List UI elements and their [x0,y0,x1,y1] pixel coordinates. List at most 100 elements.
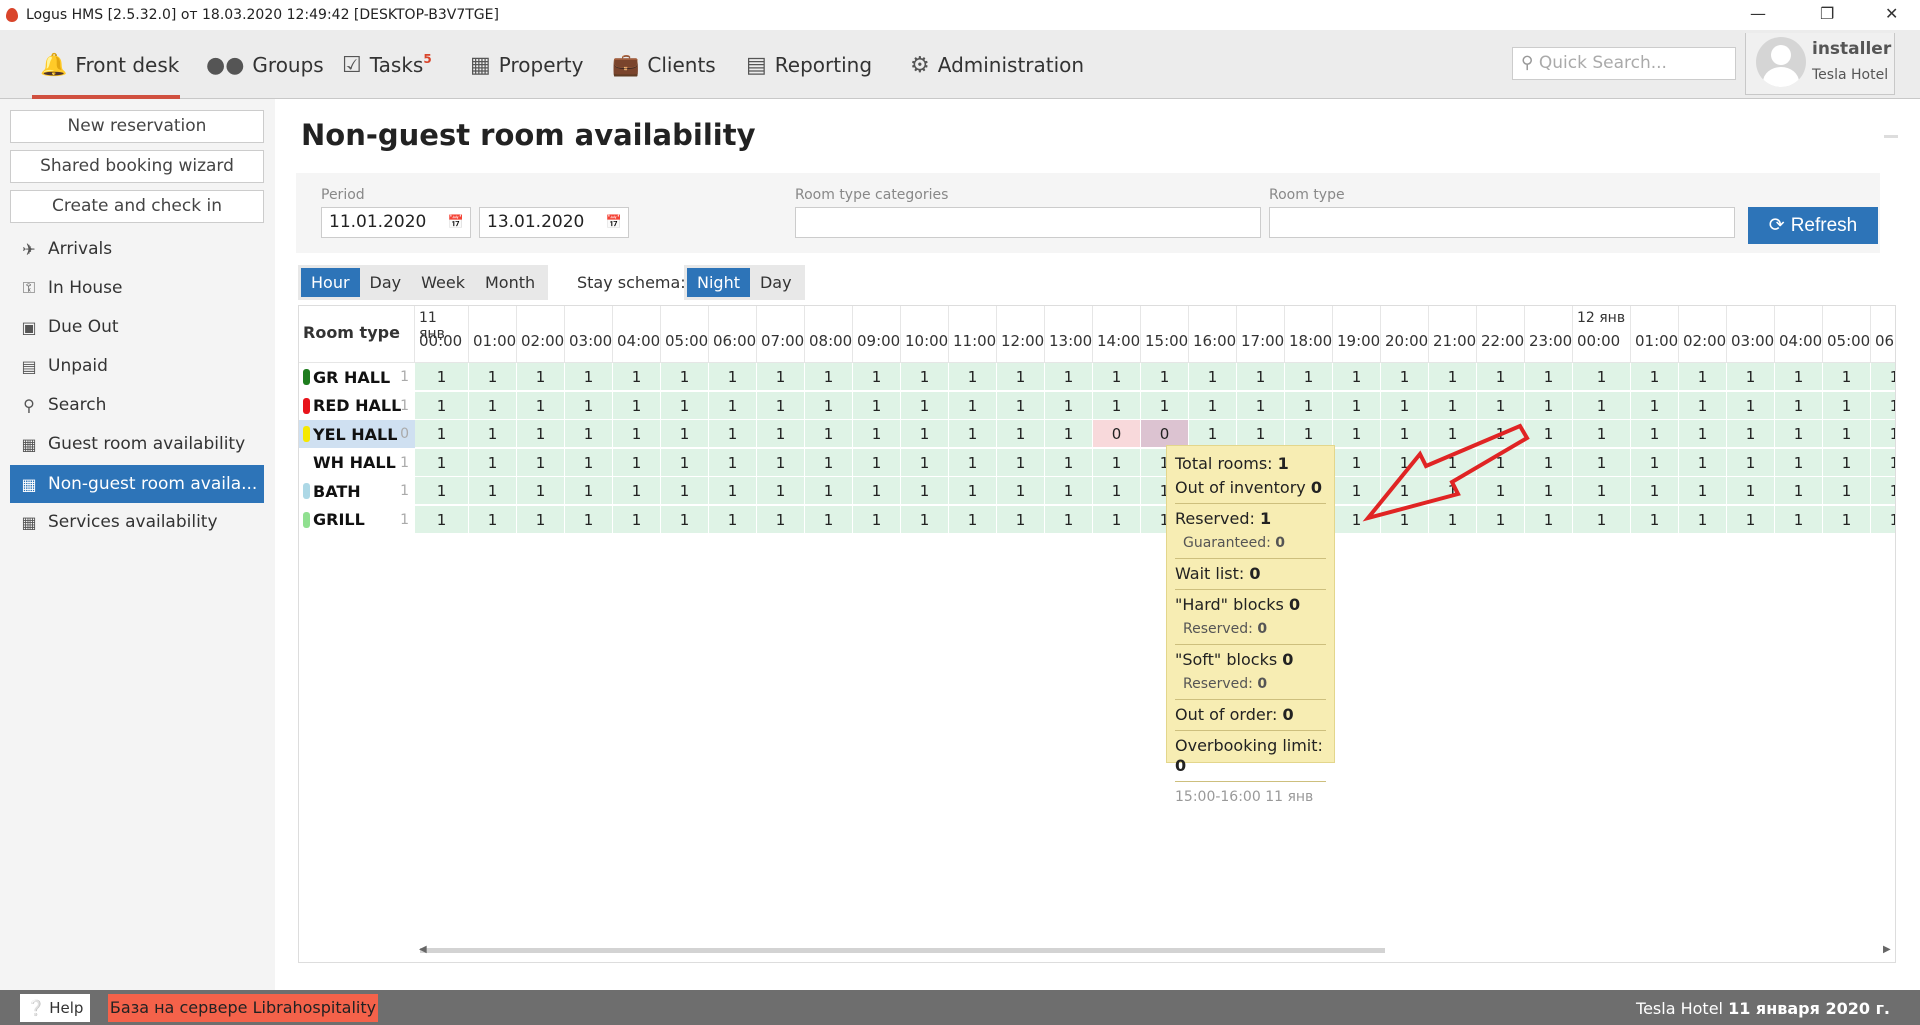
calendar-icon[interactable]: 📅 [606,215,622,230]
availability-cell[interactable]: 1 [1141,391,1189,420]
availability-cell[interactable]: 0 [1093,420,1141,448]
availability-cell[interactable]: 1 [1285,420,1333,448]
availability-cell[interactable]: 1 [415,363,469,391]
create-and-check-in-button[interactable]: Create and check in [10,190,264,223]
availability-cell[interactable]: 1 [1823,363,1871,391]
availability-cell[interactable]: 1 [1237,420,1285,448]
availability-cell[interactable]: 1 [1679,420,1727,448]
availability-cell[interactable]: 1 [1573,477,1631,505]
date-from-input[interactable]: 11.01.2020 📅 [321,207,471,238]
availability-cell[interactable]: 1 [1631,477,1679,505]
availability-cell[interactable]: 1 [565,477,613,505]
availability-cell[interactable]: 1 [517,477,565,505]
availability-cell[interactable]: 1 [853,363,901,391]
availability-cell[interactable]: 1 [853,420,901,448]
availability-cell[interactable]: 1 [997,477,1045,505]
availability-cell[interactable]: 1 [1823,505,1871,534]
availability-cell[interactable]: 1 [1871,477,1895,505]
availability-cell[interactable]: 1 [949,477,997,505]
availability-cell[interactable]: 1 [565,363,613,391]
scale-hour[interactable]: Hour [301,268,360,297]
availability-cell[interactable]: 1 [997,505,1045,534]
availability-cell[interactable]: 1 [1775,477,1823,505]
nav-front-desk[interactable]: 🔔 Front desk [40,50,179,80]
availability-cell[interactable]: 1 [709,363,757,391]
availability-cell[interactable]: 1 [565,448,613,477]
availability-cell[interactable]: 1 [1093,391,1141,420]
sidebar-item-services-availability[interactable]: ▦ Services availability [10,503,264,541]
availability-cell[interactable]: 1 [469,391,517,420]
sidebar-item-unpaid[interactable]: ▤ Unpaid [10,347,264,385]
refresh-button[interactable]: ⟳ Refresh [1748,207,1878,244]
help-button[interactable]: ❔ Help [20,994,90,1022]
availability-cell[interactable]: 1 [1871,363,1895,391]
scroll-left-icon[interactable]: ◀ [419,944,427,955]
availability-cell[interactable]: 1 [1679,363,1727,391]
availability-cell[interactable]: 1 [1727,505,1775,534]
scale-week[interactable]: Week [411,268,475,297]
horizontal-scrollbar[interactable] [420,948,1385,953]
availability-cell[interactable]: 1 [997,363,1045,391]
availability-cell[interactable]: 1 [949,505,997,534]
availability-cell[interactable]: 0 [1141,420,1189,448]
sidebar-item-due-out[interactable]: ▣ Due Out [10,308,264,346]
availability-cell[interactable]: 1 [1093,363,1141,391]
availability-cell[interactable]: 1 [1823,448,1871,477]
availability-cell[interactable]: 1 [565,391,613,420]
availability-cell[interactable]: 1 [565,420,613,448]
availability-cell[interactable]: 1 [1573,391,1631,420]
availability-cell[interactable]: 1 [1093,477,1141,505]
availability-cell[interactable]: 1 [613,505,661,534]
availability-cell[interactable]: 1 [661,391,709,420]
availability-cell[interactable]: 1 [901,420,949,448]
sidebar-item-non-guest-room-availability[interactable]: ▦ Non-guest room availa... [10,465,264,503]
availability-cell[interactable]: 1 [901,363,949,391]
availability-cell[interactable]: 1 [469,477,517,505]
availability-cell[interactable]: 1 [853,391,901,420]
availability-cell[interactable]: 1 [1727,420,1775,448]
availability-cell[interactable]: 1 [757,505,805,534]
availability-cell[interactable]: 1 [805,448,853,477]
availability-cell[interactable]: 1 [709,420,757,448]
availability-cell[interactable]: 1 [1045,505,1093,534]
availability-cell[interactable]: 1 [1045,420,1093,448]
availability-cell[interactable]: 1 [1871,505,1895,534]
availability-cell[interactable]: 1 [415,420,469,448]
sidebar-item-arrivals[interactable]: ✈ Arrivals [10,230,264,268]
room-type-row-label[interactable]: RED HALL 1 [299,392,415,420]
availability-cell[interactable]: 1 [757,363,805,391]
availability-cell[interactable]: 1 [1775,505,1823,534]
availability-cell[interactable]: 1 [1631,391,1679,420]
availability-cell[interactable]: 1 [1189,391,1237,420]
maximize-button[interactable]: ❐ [1820,4,1834,23]
availability-cell[interactable]: 1 [757,420,805,448]
availability-cell[interactable]: 1 [1045,477,1093,505]
date-to-input[interactable]: 13.01.2020 📅 [479,207,629,238]
room-type-input[interactable] [1269,207,1735,238]
stay-night[interactable]: Night [687,268,750,297]
availability-cell[interactable]: 1 [949,420,997,448]
availability-cell[interactable]: 1 [613,448,661,477]
room-type-row-label[interactable]: YEL HALL 0 [299,420,415,448]
availability-cell[interactable]: 1 [613,420,661,448]
availability-cell[interactable]: 1 [1285,391,1333,420]
availability-cell[interactable]: 1 [1871,420,1895,448]
availability-cell[interactable]: 1 [1775,363,1823,391]
availability-cell[interactable]: 1 [1871,391,1895,420]
availability-cell[interactable]: 1 [1679,391,1727,420]
availability-cell[interactable]: 1 [1679,477,1727,505]
stay-day[interactable]: Day [750,268,802,297]
availability-cell[interactable]: 1 [661,448,709,477]
nav-groups[interactable]: ●● Groups [206,50,324,80]
quick-search-input[interactable]: ⚲ Quick Search... [1512,47,1736,80]
availability-cell[interactable]: 1 [949,448,997,477]
availability-cell[interactable]: 1 [517,448,565,477]
availability-cell[interactable]: 1 [1045,391,1093,420]
availability-cell[interactable]: 1 [1237,391,1285,420]
availability-cell[interactable]: 1 [1045,448,1093,477]
availability-cell[interactable]: 1 [613,391,661,420]
availability-cell[interactable]: 1 [853,505,901,534]
minimize-button[interactable]: — [1750,4,1766,23]
availability-cell[interactable]: 1 [469,420,517,448]
availability-cell[interactable]: 1 [1871,448,1895,477]
